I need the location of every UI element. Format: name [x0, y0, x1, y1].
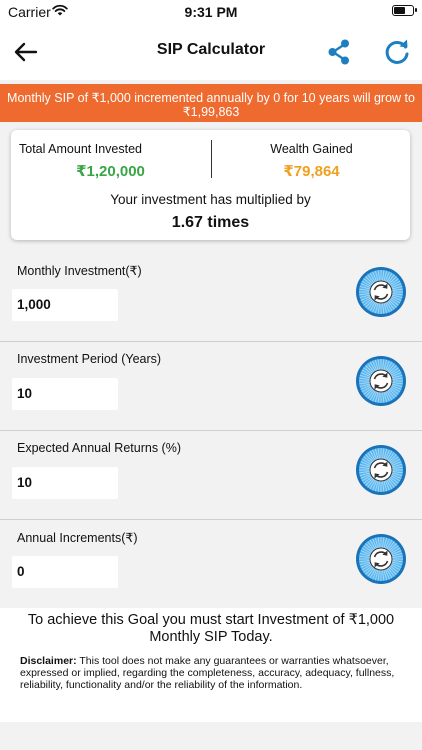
monthly-investment-input[interactable]: 1,000	[12, 289, 118, 321]
monthly-investment-label: Monthly Investment(₹)	[17, 264, 142, 278]
summary-card: Total Amount Invested ₹1,20,000 Wealth G…	[11, 130, 410, 240]
disclaimer-label: Disclaimer:	[20, 655, 77, 667]
reset-icon[interactable]	[355, 355, 407, 407]
status-bar: Carrier 9:31 PM	[0, 0, 422, 24]
reset-icon[interactable]	[355, 444, 407, 496]
reset-icon[interactable]	[355, 533, 407, 585]
multiplied-value: 1.67 times	[171, 214, 250, 231]
total-invested-label: Total Amount Invested	[19, 142, 142, 156]
total-invested-value: ₹1,20,000	[76, 163, 145, 180]
goal-section: To achieve this Goal you must start Inve…	[0, 608, 422, 722]
page-title: SIP Calculator	[156, 41, 266, 58]
total-invested-block: Total Amount Invested ₹1,20,000	[11, 142, 210, 180]
wealth-gained-block: Wealth Gained ₹79,864	[212, 142, 411, 180]
refresh-icon[interactable]	[383, 37, 411, 67]
battery-icon	[392, 5, 417, 16]
share-icon[interactable]	[325, 37, 353, 67]
reset-icon[interactable]	[355, 266, 407, 318]
wealth-gained-label: Wealth Gained	[270, 142, 353, 156]
expected-returns-input[interactable]: 10	[12, 467, 118, 499]
multiplied-label: Your investment has multiplied by	[110, 192, 311, 207]
investment-period-input[interactable]: 10	[12, 378, 118, 410]
disclaimer-text: This tool does not make any guarantees o…	[20, 655, 395, 691]
expected-returns-row: Expected Annual Returns (%) 10	[0, 431, 422, 520]
disclaimer: Disclaimer: This tool does not make any …	[20, 655, 400, 691]
annual-increments-label: Annual Increments(₹)	[17, 531, 138, 545]
projection-banner: Monthly SIP of ₹1,000 incremented annual…	[0, 84, 422, 122]
annual-increments-row: Annual Increments(₹) 0	[0, 520, 422, 609]
expected-returns-label: Expected Annual Returns (%)	[17, 441, 181, 455]
investment-period-label: Investment Period (Years)	[17, 352, 162, 366]
goal-text: To achieve this Goal you must start Inve…	[27, 612, 395, 645]
monthly-investment-row: Monthly Investment(₹) 1,000	[0, 253, 422, 342]
navigation-bar: SIP Calculator	[0, 24, 422, 80]
annual-increments-input[interactable]: 0	[12, 556, 118, 588]
clock: 9:31 PM	[184, 4, 238, 20]
wealth-gained-value: ₹79,864	[283, 163, 340, 180]
investment-period-row: Investment Period (Years) 10	[0, 342, 422, 431]
